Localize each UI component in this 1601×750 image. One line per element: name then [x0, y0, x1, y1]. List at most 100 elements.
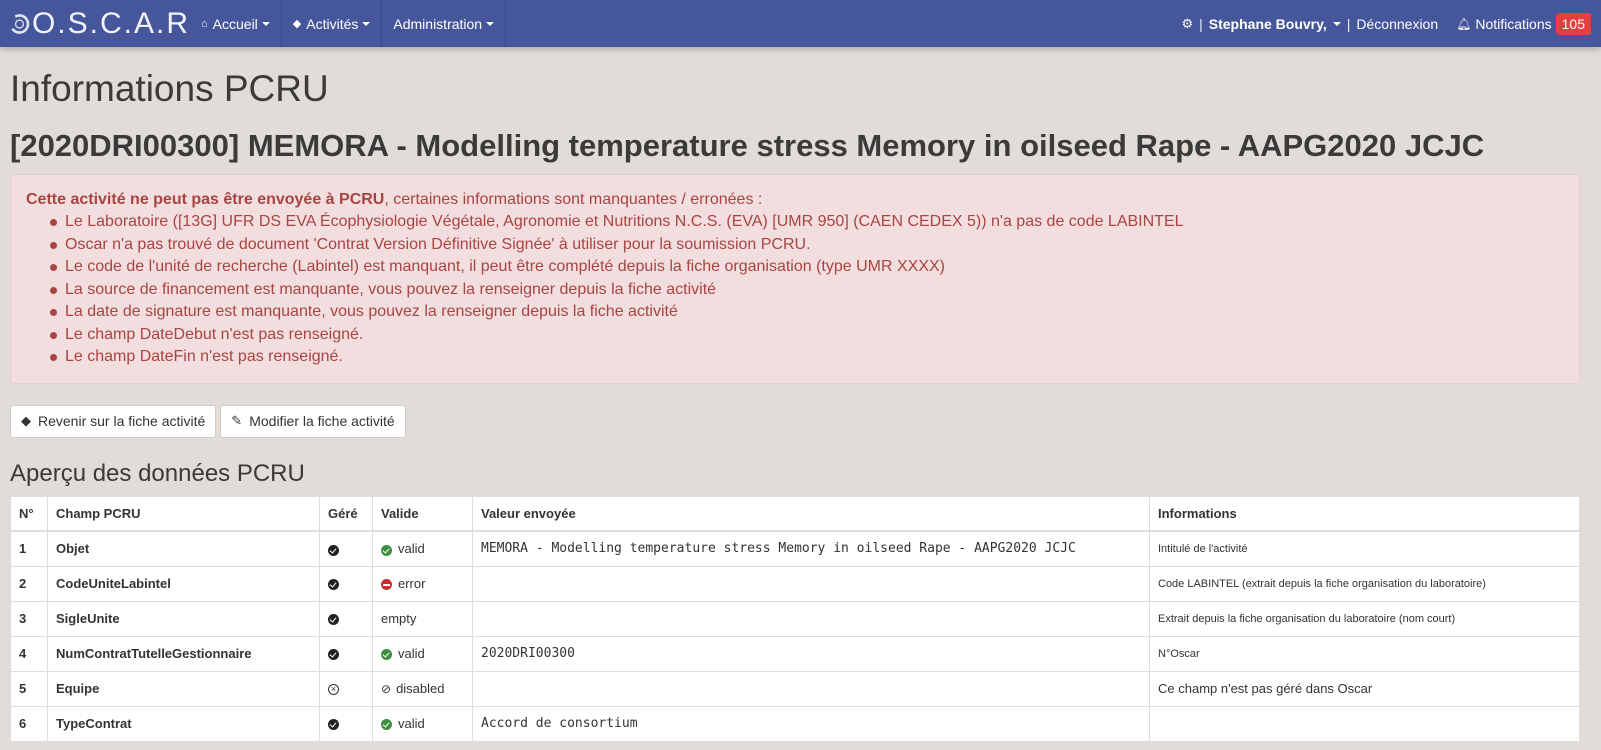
status-cell: valid — [372, 530, 473, 567]
check-circle-icon — [328, 614, 339, 626]
col-header-managed: Géré — [319, 495, 373, 532]
alert-lead-bold: Cette activité ne peut pas être envoyée … — [26, 190, 385, 208]
edit-activity-button[interactable]: ✎ Modifier la fiche activité — [220, 404, 406, 438]
row-num: 2 — [10, 565, 48, 602]
alert-lead: Cette activité ne peut pas être envoyée … — [26, 189, 1564, 212]
managed-cell — [319, 635, 373, 672]
nav-accueil-label: Accueil — [212, 15, 258, 32]
eye-slash-icon: ⊘ — [381, 682, 392, 697]
managed-cell — [319, 565, 373, 602]
section-title: Aperçu des données PCRU — [10, 459, 305, 487]
row-field: Equipe — [47, 670, 320, 707]
row-field: SigleUnite — [47, 600, 320, 637]
pencil-icon: ✎ — [231, 413, 243, 429]
row-field: Objet — [47, 530, 320, 567]
status-cell: empty — [372, 600, 473, 637]
status-cell: error — [372, 565, 473, 602]
nav-accueil[interactable]: ⌂ Accueil — [190, 0, 282, 47]
page-title: Informations PCRU — [10, 68, 329, 109]
row-info: Extrait depuis la fiche organisation du … — [1149, 600, 1580, 637]
table-row: 6 TypeContrat valid Accord de consortium — [10, 705, 1580, 742]
table-row: 5 Equipe × ⊘ disabled Ce champ n'est pas … — [10, 670, 1580, 707]
minus-circle-icon — [381, 579, 392, 591]
cube-icon: ◆ — [292, 18, 302, 30]
nav-administration[interactable]: Administration — [382, 0, 507, 47]
check-circle-icon — [381, 544, 392, 556]
alert-item: Oscar n'a pas trouvé de document 'Contra… — [48, 234, 1564, 257]
row-value — [472, 670, 1150, 707]
activity-title: [2020DRI00300] MEMORA - Modelling temper… — [10, 127, 1485, 163]
managed-cell — [319, 600, 373, 637]
alert-item: La date de signature est manquante, vous… — [48, 301, 1564, 324]
x-circle-icon: × — [328, 684, 339, 696]
row-value — [472, 565, 1150, 602]
row-info — [1149, 705, 1580, 742]
chevron-down-icon — [362, 21, 371, 26]
brand[interactable]: O.S.C.A.R — [0, 7, 190, 41]
check-circle-icon — [381, 649, 392, 661]
top-navbar: O.S.C.A.R ⌂ Accueil ◆ Activités Administ… — [0, 0, 1601, 47]
col-header-valid: Valide — [372, 495, 473, 532]
row-value: Accord de consortium — [472, 705, 1150, 742]
table-row: 4 NumContratTutelleGestionnaire valid 20… — [10, 635, 1580, 672]
check-circle-icon — [328, 579, 339, 591]
chevron-down-icon[interactable] — [1332, 21, 1341, 26]
nav-activites[interactable]: ◆ Activités — [282, 0, 383, 47]
status-text: valid — [398, 541, 425, 557]
alert-item: La source de financement est manquante, … — [48, 279, 1564, 302]
col-header-info: Informations — [1149, 495, 1580, 532]
bell-icon: 🔔︎ — [1456, 16, 1472, 31]
col-header-value: Valeur envoyée — [472, 495, 1150, 532]
check-circle-icon — [381, 719, 392, 731]
row-field: CodeUniteLabintel — [47, 565, 320, 602]
alert-item: Le code de l'unité de recherche (Labinte… — [48, 256, 1564, 279]
row-num: 6 — [10, 705, 48, 742]
row-num: 4 — [10, 635, 48, 672]
error-alert: Cette activité ne peut pas être envoyée … — [10, 173, 1580, 384]
row-value — [472, 600, 1150, 637]
status-text: valid — [398, 646, 425, 662]
notifications-badge[interactable]: 105 — [1555, 12, 1591, 35]
home-icon: ⌂ — [201, 17, 208, 30]
nav-activites-label: Activités — [306, 15, 359, 32]
check-circle-icon — [328, 649, 339, 661]
row-value: 2020DRI00300 — [472, 635, 1150, 672]
status-text: empty — [381, 611, 417, 627]
pcru-table: N° Champ PCRU Géré Valide Valeur envoyée… — [10, 495, 1580, 742]
user-menu[interactable]: Stephane Bouvry, — [1209, 16, 1327, 32]
table-row: 3 SigleUnite empty Extrait depuis la fic… — [10, 600, 1580, 637]
row-info: Intitulé de l'activité — [1149, 530, 1580, 567]
main-content: Informations PCRU [2020DRI00300] MEMORA … — [0, 68, 1601, 742]
alert-item: Le Laboratoire ([13G] UFR DS EVA Écophys… — [48, 211, 1564, 234]
status-cell: valid — [372, 635, 473, 672]
chevron-down-icon — [261, 21, 270, 26]
check-circle-icon — [328, 544, 339, 556]
check-circle-icon — [328, 719, 339, 731]
col-header-num: N° — [10, 495, 48, 532]
action-buttons: ◆ Revenir sur la fiche activité ✎ Modifi… — [10, 404, 1580, 438]
alert-item: Le champ DateDebut n'est pas renseigné. — [48, 324, 1564, 347]
back-button-label: Revenir sur la fiche activité — [38, 413, 206, 430]
status-cell: ⊘ disabled — [372, 670, 473, 707]
notifications-link[interactable]: Notifications — [1475, 16, 1551, 32]
status-cell: valid — [372, 705, 473, 742]
row-info: Code LABINTEL (extrait depuis la fiche o… — [1149, 565, 1580, 602]
managed-cell — [319, 530, 373, 567]
table-row: 2 CodeUniteLabintel error Code LABINTEL … — [10, 565, 1580, 602]
row-num: 1 — [10, 530, 48, 567]
row-field: TypeContrat — [47, 705, 320, 742]
nav-separator: | — [1346, 15, 1351, 32]
oscar-logo-icon — [9, 13, 30, 34]
row-num: 5 — [10, 670, 48, 707]
gear-icon[interactable]: ⚙ — [1181, 16, 1193, 32]
brand-name: O.S.C.A.R — [31, 6, 190, 40]
row-field: NumContratTutelleGestionnaire — [47, 635, 320, 672]
logout-link[interactable]: Déconnexion — [1356, 16, 1438, 32]
status-text: error — [398, 576, 426, 592]
table-header-row: N° Champ PCRU Géré Valide Valeur envoyée… — [10, 495, 1580, 532]
status-text: disabled — [396, 681, 445, 697]
table-row: 1 Objet valid MEMORA - Modelling tempera… — [10, 530, 1580, 567]
managed-cell: × — [319, 670, 373, 707]
row-info: Ce champ n'est pas géré dans Oscar — [1149, 670, 1580, 707]
back-to-activity-button[interactable]: ◆ Revenir sur la fiche activité — [10, 404, 217, 438]
